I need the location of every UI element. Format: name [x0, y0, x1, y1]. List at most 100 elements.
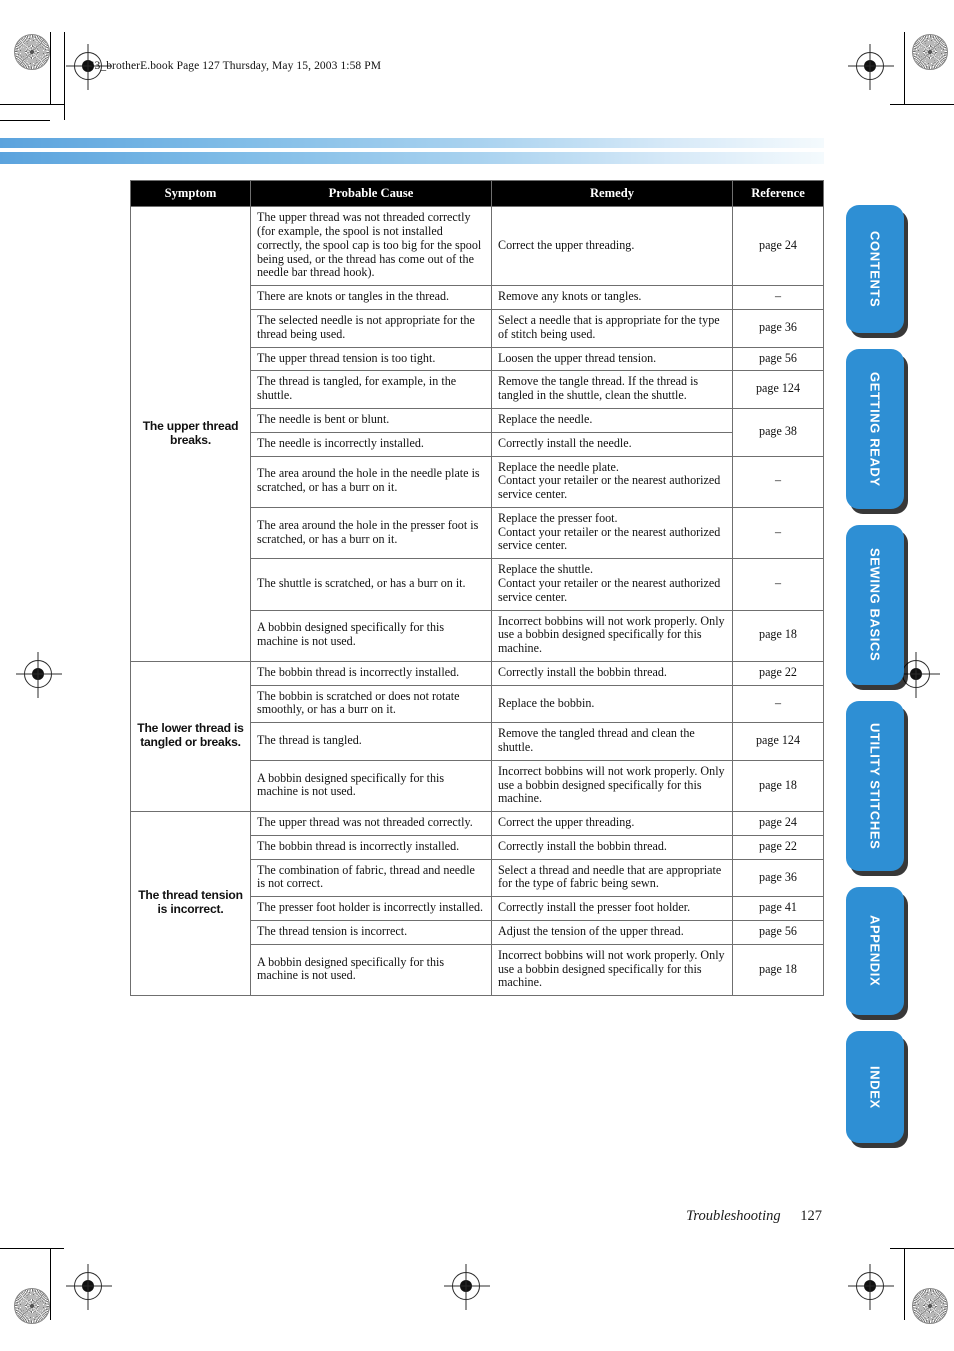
table-header: Symptom Probable Cause Remedy Reference [130, 179, 824, 208]
remedy-cell: Incorrect bobbins will not work properly… [491, 759, 733, 813]
side-tab-sewing-basics[interactable]: SEWING BASICS [846, 525, 904, 685]
side-tab-contents[interactable]: CONTENTS [846, 205, 904, 333]
remedy-cell: Select a thread and needle that are appr… [491, 858, 733, 898]
crop-mark-top-right-vertical [904, 32, 905, 104]
reference-cell: page 18 [732, 759, 824, 813]
registration-mark-top-right [856, 44, 884, 90]
book-file-header: S3_brotherE.book Page 127 Thursday, May … [88, 60, 382, 72]
probable-cause-cell: The upper thread tension is too tight. [250, 346, 492, 372]
probable-cause-cell: The needle is bent or blunt. [250, 407, 492, 433]
reference-cell: page 38 [732, 407, 824, 457]
column-header-cause: Probable Cause [250, 179, 492, 208]
crop-mark-top-left-vertical-2 [64, 32, 65, 120]
crop-mark-bottom-right-horizontal [890, 1248, 954, 1249]
probable-cause-cell: The combination of fabric, thread and ne… [250, 858, 492, 898]
side-index-tabs: CONTENTS GETTING READY SEWING BASICS UTILIT… [846, 205, 912, 1159]
probable-cause-cell: The upper thread was not threaded correc… [250, 206, 492, 287]
side-tab-appendix[interactable]: APPENDIX [846, 887, 904, 1015]
probable-cause-cell: The needle is incorrectly installed. [250, 431, 492, 457]
reference-cell: page 22 [732, 834, 824, 860]
column-header-remedy: Remedy [491, 179, 733, 208]
side-tab-label: UTILITY STITCHES [867, 722, 883, 850]
registration-mark-bottom-left [74, 1264, 102, 1310]
troubleshooting-table: Symptom Probable Cause Remedy Reference … [130, 179, 824, 997]
side-tab-utility-stitches[interactable]: UTILITY STITCHES [846, 701, 904, 871]
crop-mark-bottom-left-horizontal [0, 1248, 64, 1249]
reference-cell: page 18 [732, 609, 824, 662]
reference-cell: – [732, 285, 824, 311]
reference-cell: – [732, 558, 824, 611]
remedy-cell: Loosen the upper thread tension. [491, 346, 733, 372]
registration-mark-bottom-center [452, 1264, 480, 1310]
footer-page-number: 127 [800, 1208, 822, 1224]
side-tab-label: SEWING BASICS [867, 548, 883, 662]
reference-cell: page 41 [732, 896, 824, 922]
halftone-mark-bottom-right [912, 1288, 948, 1324]
remedy-cell: Correctly install the presser foot holde… [491, 896, 733, 922]
crop-mark-top-left-vertical [50, 32, 51, 104]
table-row: The upper thread breaks. The upper thread… [130, 206, 824, 662]
table-header-row: Symptom Probable Cause Remedy Reference [130, 179, 824, 208]
probable-cause-cell: The upper thread was not threaded correc… [250, 811, 492, 836]
reference-cell: page 22 [732, 660, 824, 686]
reference-cell: page 36 [732, 309, 824, 348]
probable-cause-cell: A bobbin designed specifically for this … [250, 759, 492, 813]
page-footer: Troubleshooting 127 [686, 1208, 822, 1225]
probable-cause-cell: The presser foot holder is incorrectly i… [250, 896, 492, 922]
reference-cell: – [732, 506, 824, 560]
remedy-cell: Correctly install the bobbin thread. [491, 834, 733, 860]
probable-cause-cell: The thread is tangled. [250, 722, 492, 761]
reference-cell: page 124 [732, 722, 824, 761]
remedy-cell: Replace the bobbin. [491, 684, 733, 724]
crop-mark-bottom-left-vertical [50, 1248, 51, 1320]
symptom-cell: The thread tension is incorrect. [130, 811, 251, 997]
crop-mark-top-left-horizontal [0, 104, 64, 105]
remedy-cell: Remove the tangled thread and clean the … [491, 722, 733, 761]
side-tab-getting-ready[interactable]: GETTING READY [846, 349, 904, 509]
reference-cell: page 56 [732, 920, 824, 945]
halftone-mark-top-left [14, 34, 50, 70]
reference-cell: page 36 [732, 858, 824, 898]
remedy-cell: Correct the upper threading. [491, 811, 733, 836]
probable-cause-cell: The bobbin thread is incorrectly install… [250, 660, 492, 686]
symptom-cell: The lower thread is tangled or breaks. [130, 660, 251, 813]
probable-cause-cell: The area around the hole in the presser … [250, 506, 492, 560]
registration-mark-left [24, 652, 52, 698]
remedy-cell: Replace the presser foot. Contact your r… [491, 506, 733, 560]
reference-cell: page 18 [732, 943, 824, 997]
side-tab-index[interactable]: INDEX [846, 1031, 904, 1143]
footer-section-title: Troubleshooting [686, 1208, 781, 1224]
reference-cell: page 24 [732, 206, 824, 287]
probable-cause-cell: The area around the hole in the needle p… [250, 455, 492, 508]
side-tab-label: APPENDIX [867, 915, 883, 987]
probable-cause-cell: There are knots or tangles in the thread… [250, 285, 492, 311]
table-body: The upper thread breaks. The upper thread… [130, 206, 824, 997]
remedy-cell: Incorrect bobbins will not work properly… [491, 609, 733, 662]
probable-cause-cell: The selected needle is not appropriate f… [250, 309, 492, 348]
side-tab-label: CONTENTS [867, 230, 883, 308]
remedy-cell: Replace the needle plate. Contact your r… [491, 455, 733, 508]
symptom-cell: The upper thread breaks. [130, 206, 251, 662]
side-tab-label: GETTING READY [867, 371, 883, 487]
reference-cell: – [732, 684, 824, 724]
probable-cause-cell: The thread is tangled, for example, in t… [250, 370, 492, 409]
crop-mark-bottom-right-vertical [904, 1248, 905, 1320]
column-header-symptom: Symptom [130, 179, 251, 208]
probable-cause-cell: The bobbin thread is incorrectly install… [250, 834, 492, 860]
side-tab-label: INDEX [867, 1065, 883, 1109]
reference-cell: page 124 [732, 370, 824, 409]
probable-cause-cell: A bobbin designed specifically for this … [250, 943, 492, 997]
reference-cell: page 24 [732, 811, 824, 836]
probable-cause-cell: The bobbin is scratched or does not rota… [250, 684, 492, 724]
remedy-cell: Correctly install the bobbin thread. [491, 660, 733, 686]
remedy-cell: Replace the shuttle. Contact your retail… [491, 558, 733, 611]
remedy-cell: Correctly install the needle. [491, 431, 733, 457]
crop-mark-top-right-horizontal [890, 104, 954, 105]
remedy-cell: Remove the tangle thread. If the thread … [491, 370, 733, 409]
remedy-cell: Select a needle that is appropriate for … [491, 309, 733, 348]
halftone-mark-bottom-left [14, 1288, 50, 1324]
column-header-reference: Reference [732, 179, 824, 208]
probable-cause-cell: A bobbin designed specifically for this … [250, 609, 492, 662]
reference-cell: page 56 [732, 346, 824, 372]
remedy-cell: Replace the needle. [491, 407, 733, 433]
